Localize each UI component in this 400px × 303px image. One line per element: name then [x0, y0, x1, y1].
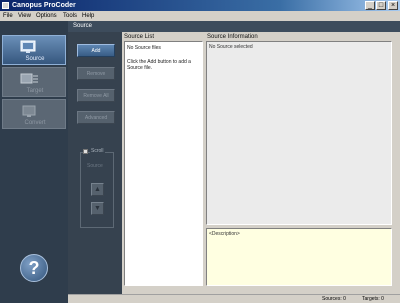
- window-title: Canopus ProCoder: [12, 2, 76, 9]
- title-bar: Canopus ProCoder _ □ ×: [0, 0, 400, 11]
- source-list-hint: Click the Add button to add a Source fil…: [127, 59, 191, 71]
- nav-item-source[interactable]: Source: [2, 35, 66, 65]
- nav-label-target: Target: [26, 88, 44, 94]
- menu-help[interactable]: Help: [82, 12, 94, 20]
- close-button[interactable]: ×: [388, 1, 398, 10]
- nav-item-target[interactable]: Target: [2, 67, 66, 97]
- scroll-group: Scroll Source ▲ ▼: [80, 148, 114, 228]
- status-targets: Targets: 0: [362, 296, 384, 302]
- scroll-checkbox[interactable]: [83, 149, 88, 154]
- nav-item-convert[interactable]: Convert: [2, 99, 66, 129]
- source-monitor-icon: [20, 40, 36, 53]
- advanced-button[interactable]: Advanced: [77, 111, 115, 124]
- description-panel: <Description>: [206, 228, 392, 286]
- app-icon: [2, 2, 9, 9]
- menu-view[interactable]: View: [18, 12, 31, 20]
- action-panel: Add Remove Remove All Advanced Scroll So…: [68, 32, 122, 294]
- description-text: <Description>: [209, 231, 240, 237]
- scroll-down-button[interactable]: ▼: [91, 202, 104, 215]
- remove-all-button[interactable]: Remove All: [77, 89, 115, 102]
- convert-icon: [22, 105, 36, 117]
- source-list-empty-text: No Source files: [127, 45, 161, 51]
- scroll-up-button[interactable]: ▲: [91, 183, 104, 196]
- menu-file[interactable]: File: [3, 12, 13, 20]
- add-button[interactable]: Add: [77, 44, 115, 57]
- status-sources: Sources: 0: [322, 296, 346, 302]
- status-bar: Sources: 0 Targets: 0: [68, 294, 400, 303]
- scroll-label: Scroll: [90, 148, 105, 154]
- source-info-empty-text: No Source selected: [209, 44, 253, 50]
- source-list-title: Source List: [124, 34, 155, 40]
- section-title: Source: [73, 23, 93, 29]
- nav-label-convert: Convert: [24, 120, 46, 126]
- help-button[interactable]: ?: [20, 254, 48, 282]
- scroll-sub-label: Source: [87, 163, 103, 169]
- target-icon: [20, 73, 38, 84]
- minimize-button[interactable]: _: [365, 1, 375, 10]
- remove-button[interactable]: Remove: [77, 67, 115, 80]
- menu-options[interactable]: Options: [36, 12, 57, 20]
- source-info-title: Source Information: [207, 34, 258, 40]
- left-nav: Source Target Convert ?: [0, 21, 68, 303]
- menu-bar: File View Options Tools Help: [0, 11, 400, 21]
- menu-tools[interactable]: Tools: [63, 12, 77, 20]
- nav-label-source: Source: [25, 56, 45, 62]
- source-list[interactable]: No Source files Click the Add button to …: [124, 41, 203, 286]
- source-info-panel: No Source selected: [206, 41, 392, 225]
- section-header: Source: [68, 21, 400, 32]
- maximize-button[interactable]: □: [376, 1, 386, 10]
